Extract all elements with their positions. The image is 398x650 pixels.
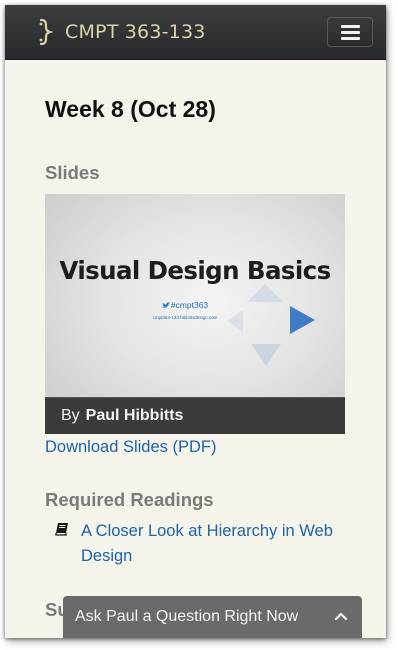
download-slides-link[interactable]: Download Slides (PDF) [45, 438, 216, 457]
hamburger-icon-bar [340, 30, 360, 34]
ask-question-label: Ask Paul a Question Right Now [75, 608, 299, 625]
menu-toggle-button[interactable] [327, 17, 373, 47]
slide-caption: By Paul Hibbitts [45, 397, 345, 434]
slide-handle-text: #cmpt363 [170, 300, 209, 310]
brand-link[interactable]: CMPT 363-133 [35, 17, 206, 47]
ask-question-bar[interactable]: Ask Paul a Question Right Now [63, 596, 362, 638]
app-frame: CMPT 363-133 Week 8 (Oct 28) Slides Visu… [5, 5, 386, 638]
hamburger-icon-bar [340, 36, 360, 40]
top-navbar: CMPT 363-133 [5, 5, 386, 60]
reading-link[interactable]: A Closer Look at Hierarchy in Web Design [81, 519, 361, 569]
book-icon [55, 523, 68, 536]
caption-author: Paul Hibbitts [85, 407, 184, 424]
slides-thumbnail[interactable]: Visual Design Basics #cmpt363 cmpt363-13… [45, 194, 345, 434]
slide-twitter-handle: #cmpt363 [45, 300, 325, 310]
slides-heading: Slides [45, 162, 100, 183]
page-title: Week 8 (Oct 28) [45, 96, 216, 122]
slide-title: Visual Design Basics [59, 256, 331, 285]
hamburger-icon-bar [340, 24, 360, 28]
brand-title: CMPT 363-133 [65, 21, 206, 43]
chevron-up-icon[interactable] [334, 611, 348, 621]
curly-brace-logo-icon [39, 18, 54, 46]
caption-by: By [61, 407, 80, 424]
required-readings-heading: Required Readings [45, 489, 214, 510]
twitter-icon [161, 302, 170, 308]
slide-url: cmpt363-133.hibbittsdesign.com [152, 315, 218, 320]
